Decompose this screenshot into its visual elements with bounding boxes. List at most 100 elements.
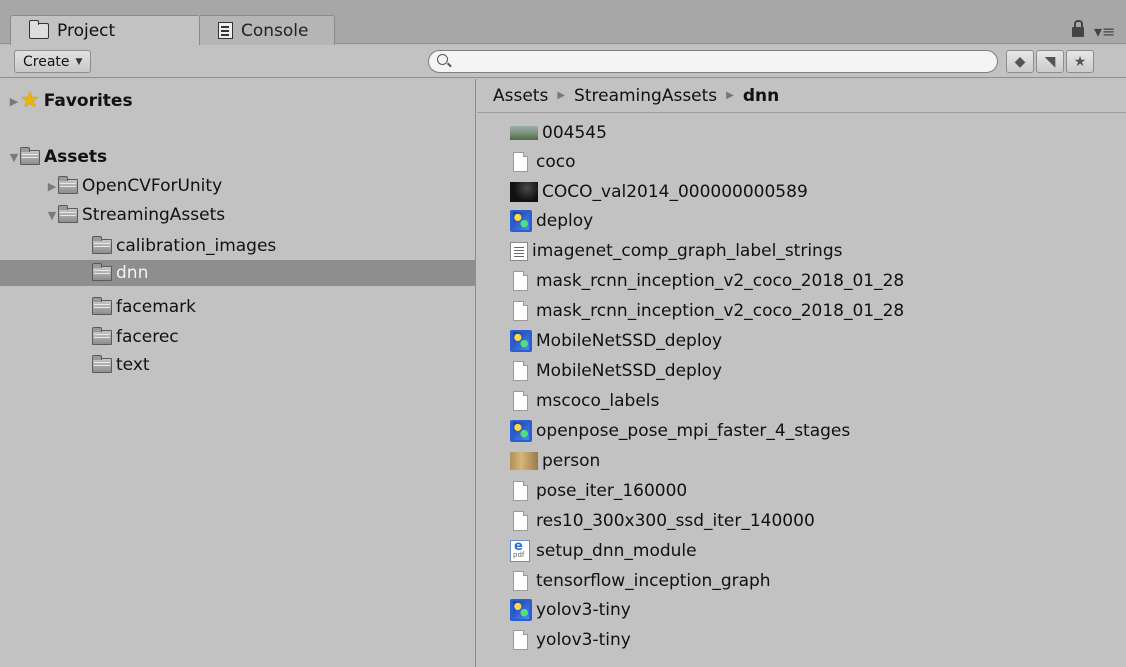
tree-item-assets[interactable]: ▼ Assets <box>0 144 476 170</box>
tree-item-opencvforunity[interactable]: ▶ OpenCVForUnity <box>0 173 476 199</box>
asset-item[interactable]: res10_300x300_ssd_iter_140000 <box>510 508 815 534</box>
asset-item[interactable]: COCO_val2014_000000000589 <box>510 179 808 205</box>
document-icon <box>513 571 528 591</box>
filter-by-label-button[interactable]: ◥ <box>1036 50 1064 73</box>
asset-item-label: res10_300x300_ssd_iter_140000 <box>536 511 815 531</box>
document-icon <box>513 511 528 531</box>
asset-item[interactable]: person <box>510 448 600 474</box>
tree-item-label: facerec <box>116 327 179 347</box>
asset-item[interactable]: mask_rcnn_inception_v2_coco_2018_01_28 <box>510 298 904 324</box>
filter-by-label-icon: ◥ <box>1044 53 1056 70</box>
collapse-arrow-icon[interactable]: ▼ <box>8 151 20 164</box>
asset-item[interactable]: coco <box>510 149 576 175</box>
pdf-file-icon <box>510 539 530 562</box>
model-file-icon <box>510 420 532 442</box>
asset-item-label: MobileNetSSD_deploy <box>536 331 723 351</box>
console-icon <box>218 22 233 39</box>
tree-item-facemark[interactable]: facemark <box>0 294 476 320</box>
image-thumbnail-icon <box>510 182 538 202</box>
folder-icon <box>92 326 112 345</box>
asset-item[interactable]: deploy <box>510 208 593 234</box>
tree-item-label: facemark <box>116 297 197 317</box>
create-dropdown-button[interactable]: Create ▼ <box>14 50 92 73</box>
tab-project-label: Project <box>57 20 116 41</box>
tab-console-label: Console <box>241 20 309 41</box>
asset-item-label: pose_iter_160000 <box>536 481 688 501</box>
expand-arrow-icon[interactable]: ▶ <box>8 95 20 108</box>
breadcrumb-item-dnn[interactable]: dnn <box>743 86 779 106</box>
asset-item[interactable]: mscoco_labels <box>510 388 659 414</box>
tree-item-label: dnn <box>116 263 149 283</box>
asset-item-label: person <box>542 451 601 471</box>
tab-project[interactable]: Project <box>10 15 200 45</box>
asset-list-pane: Assets ▶ StreamingAssets ▶ dnn 004545 co… <box>477 79 1126 667</box>
document-icon <box>513 301 528 321</box>
document-icon <box>513 271 528 291</box>
folder-tree: ▶ ★ Favorites ▼ Assets ▶ OpenCVForUnity … <box>0 79 476 667</box>
folder-icon <box>92 354 112 373</box>
star-icon: ★ <box>20 88 40 113</box>
asset-item-label: coco <box>536 152 576 172</box>
filter-by-type-icon: ◆ <box>1014 53 1026 70</box>
asset-item[interactable]: openpose_pose_mpi_faster_4_stages <box>510 418 850 444</box>
favorite-star-icon: ★ <box>1073 53 1087 70</box>
asset-item[interactable]: imagenet_comp_graph_label_strings <box>510 238 842 264</box>
breadcrumb-separator-icon: ▶ <box>726 90 734 101</box>
tree-item-favorites[interactable]: ▶ ★ Favorites <box>0 88 476 114</box>
expand-arrow-icon[interactable]: ▶ <box>46 180 58 193</box>
folder-icon <box>20 146 40 165</box>
tree-item-label: Assets <box>44 147 108 167</box>
chevron-down-icon: ▼ <box>75 56 83 67</box>
tree-item-label: StreamingAssets <box>82 205 226 225</box>
asset-item[interactable]: MobileNetSSD_deploy <box>510 328 722 354</box>
panel-menu-icon[interactable]: ▾≡ <box>1094 22 1115 41</box>
tree-item-facerec[interactable]: facerec <box>0 324 476 350</box>
tree-item-dnn[interactable]: dnn <box>0 260 476 286</box>
text-file-icon <box>510 241 528 261</box>
lock-icon[interactable] <box>1072 20 1084 37</box>
folder-icon <box>29 19 49 39</box>
create-label: Create <box>23 53 70 70</box>
asset-item[interactable]: yolov3-tiny <box>510 627 631 653</box>
asset-item[interactable]: tensorflow_inception_graph <box>510 568 771 594</box>
asset-item[interactable]: yolov3-tiny <box>510 597 631 623</box>
project-toolbar: Create ▼ ◆ ◥ ★ <box>0 45 1126 78</box>
tab-console[interactable]: Console <box>200 15 335 45</box>
model-file-icon <box>510 330 532 352</box>
asset-item-label: imagenet_comp_graph_label_strings <box>532 241 843 261</box>
asset-item[interactable]: mask_rcnn_inception_v2_coco_2018_01_28 <box>510 268 904 294</box>
breadcrumb-item-assets[interactable]: Assets <box>493 86 548 106</box>
image-thumbnail-icon <box>510 452 538 470</box>
document-icon <box>513 630 528 650</box>
breadcrumb-item-streamingassets[interactable]: StreamingAssets <box>574 86 717 106</box>
breadcrumb: Assets ▶ StreamingAssets ▶ dnn <box>477 79 1126 113</box>
document-icon <box>513 481 528 501</box>
breadcrumb-separator-icon: ▶ <box>557 90 566 101</box>
filter-by-type-button[interactable]: ◆ <box>1006 50 1034 73</box>
favorite-button[interactable]: ★ <box>1066 50 1094 73</box>
search-input[interactable] <box>428 50 998 73</box>
tree-item-label: Favorites <box>43 91 133 111</box>
asset-item-label: MobileNetSSD_deploy <box>536 361 723 381</box>
tree-item-calibration-images[interactable]: calibration_images <box>0 233 476 259</box>
tree-item-streamingassets[interactable]: ▼ StreamingAssets <box>0 202 476 228</box>
asset-item[interactable]: 004545 <box>510 120 607 146</box>
tree-item-text[interactable]: text <box>0 352 476 378</box>
tab-bar: Project Console ▾≡ <box>0 0 1126 45</box>
asset-item[interactable]: setup_dnn_module <box>510 538 697 564</box>
asset-item-label: mask_rcnn_inception_v2_coco_2018_01_28 <box>536 301 905 321</box>
folder-icon <box>92 262 112 281</box>
asset-item-label: yolov3-tiny <box>536 600 631 620</box>
asset-item-label: deploy <box>536 211 594 231</box>
tree-item-label: text <box>116 355 150 375</box>
folder-icon <box>92 296 112 315</box>
asset-item[interactable]: MobileNetSSD_deploy <box>510 358 722 384</box>
model-file-icon <box>510 210 532 232</box>
document-icon <box>513 361 528 381</box>
asset-item-label: mscoco_labels <box>536 391 660 411</box>
model-file-icon <box>510 599 532 621</box>
asset-item[interactable]: pose_iter_160000 <box>510 478 687 504</box>
folder-icon <box>92 235 112 254</box>
collapse-arrow-icon[interactable]: ▼ <box>46 209 58 222</box>
asset-item-label: yolov3-tiny <box>536 630 631 650</box>
